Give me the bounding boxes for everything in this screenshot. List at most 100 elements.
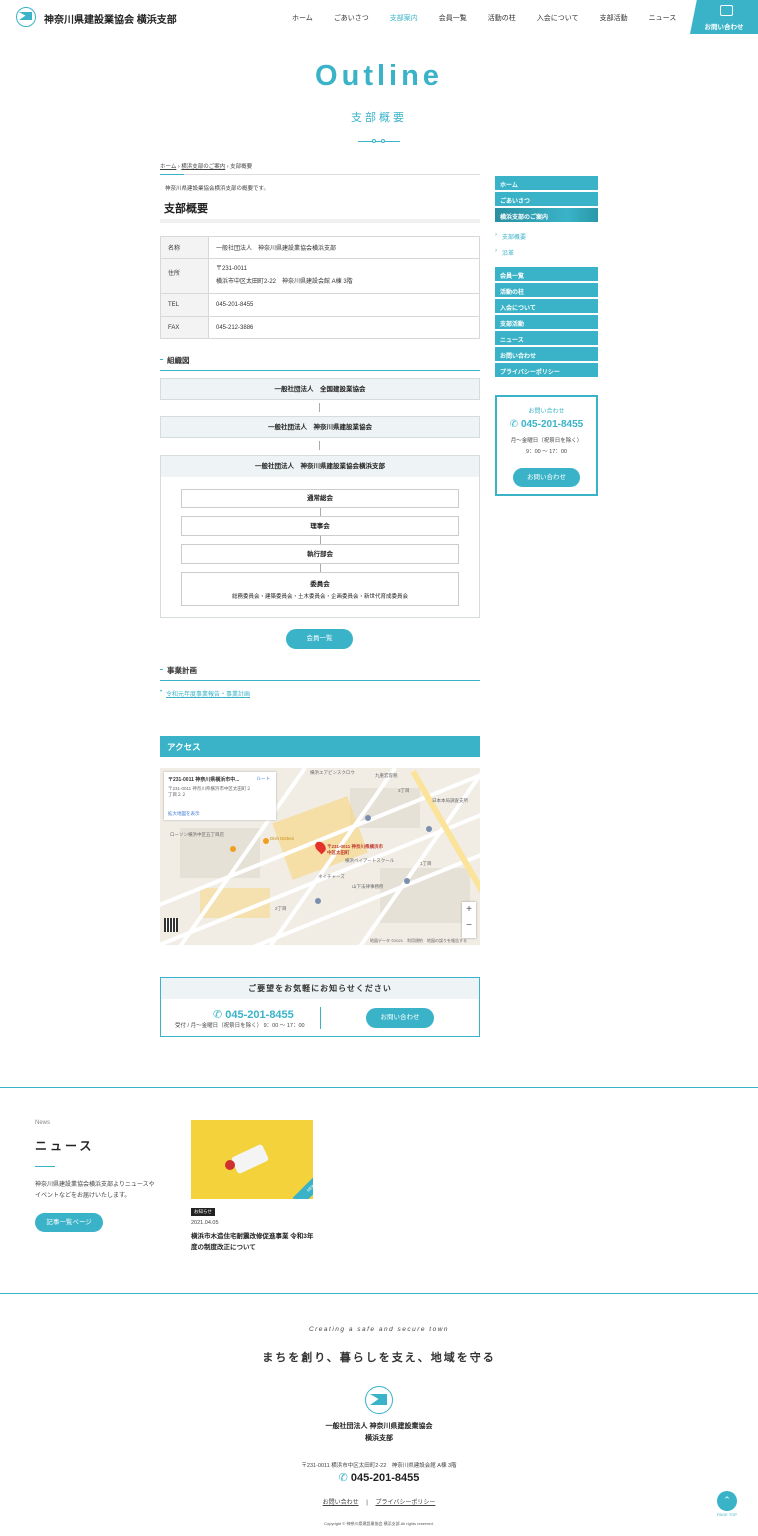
map-label: 1丁目 (420, 861, 432, 866)
map-label: 3丁目 (398, 788, 410, 793)
site-name[interactable]: 神奈川県建設業協会 横浜支部 (44, 11, 177, 26)
breadcrumb-home[interactable]: ホーム (160, 164, 176, 170)
nav-activities[interactable]: 活動の柱 (488, 13, 516, 23)
members-list-button[interactable]: 会員一覧 (286, 629, 353, 649)
map-pin-label: 〒231-0011 神奈川県横浜市中区太田町 (327, 844, 384, 855)
map-label: ネイチャーズ (318, 874, 345, 879)
map-poi-icon (230, 846, 236, 852)
chat-icon (720, 5, 733, 16)
nav-news[interactable]: ニュース (649, 13, 677, 23)
map-poi-icon (315, 898, 321, 904)
map-footer: 地図データ ©2021 利用規約 地図の誤りを報告する (370, 938, 467, 943)
table-key: TEL (160, 293, 209, 317)
zoom-in-icon[interactable]: + (462, 902, 476, 918)
sidebar-item-join[interactable]: 入会について (495, 299, 598, 314)
footer-address: 〒231-0011 横浜市中区太田町2-22 神奈川県建設会館 A棟 3階 (301, 1463, 457, 1469)
zoom-out-icon[interactable]: − (462, 918, 476, 934)
org-general-meeting: 通常総会 (181, 489, 459, 508)
address-line: 横浜市中区太田町2-22 神奈川県建設会館 A棟 3階 (216, 279, 353, 285)
org-exec: 執行部会 (181, 544, 459, 564)
sidebar-item-activities[interactable]: 活動の柱 (495, 283, 598, 298)
page-top-button[interactable]: ⌃ (717, 1491, 737, 1511)
nav-home[interactable]: ホーム (292, 13, 313, 23)
breadcrumb: ホーム › 横浜支部のご案内 › 支部概要 (160, 164, 253, 170)
breadcrumb-current: 支部概要 (230, 164, 253, 170)
nav-members[interactable]: 会員一覧 (439, 13, 467, 23)
nav-branch-activities[interactable]: 支部活動 (600, 13, 628, 23)
org-connector (319, 441, 320, 450)
sidebar-sub-history[interactable]: 沿革 (495, 248, 514, 257)
table-row: 名称 一般社団法人 神奈川県建設業協会横浜支部 (160, 236, 480, 259)
footer-contact-link[interactable]: お問い合わせ (323, 1500, 359, 1506)
sidebar-phone: ✆ 045-201-8455 (509, 419, 584, 430)
contact-box-button[interactable]: お問い合わせ (366, 1008, 434, 1028)
org-connector (319, 403, 320, 412)
news-description: 神奈川県建設業協会横浜支部よりニュースやイベントなどをお届けいたします。 (35, 1182, 155, 1199)
org-branch: 一般社団法人 神奈川県建設業協会横浜支部 (161, 456, 479, 477)
divider (160, 680, 480, 681)
map-poi-icon (263, 838, 269, 844)
logo-icon[interactable] (16, 7, 36, 27)
sidebar-item-news[interactable]: ニュース (495, 331, 598, 346)
main-nav: ホーム ごあいさつ 支部案内 会員一覧 活動の柱 入会について 支部活動 ニュー… (292, 13, 676, 23)
map-poi-icon (404, 878, 410, 884)
map-route-link[interactable]: ルート (257, 776, 271, 782)
nav-join[interactable]: 入会について (537, 13, 579, 23)
sidebar-item-branch-activities[interactable]: 支部活動 (495, 315, 598, 330)
sidebar-item-members[interactable]: 会員一覧 (495, 267, 598, 282)
sidebar-item-contact[interactable]: お問い合わせ (495, 347, 598, 362)
news-thumbnail[interactable]: NEW (191, 1120, 313, 1199)
sidebar-contact-box: お問い合わせ ✆ 045-201-8455 月〜金曜日（祝祭日を除く） 9：00… (495, 395, 598, 496)
breadcrumb-parent[interactable]: 横浜支部のご案内 (181, 164, 225, 170)
news-heading: ニュース (35, 1139, 95, 1153)
sidebar-item-branch-info[interactable]: 横浜支部のご案内 (495, 208, 598, 223)
divider (160, 174, 480, 175)
page-title-jp: 支部概要 (351, 111, 407, 124)
phone-icon: ✆ (338, 1472, 351, 1484)
footer-org-branch: 横浜支部 (365, 1435, 393, 1442)
divider (0, 1293, 758, 1294)
phone-icon: ✆ (509, 419, 521, 430)
divider (320, 1007, 321, 1029)
contact-box-phone: ✆ 045-201-8455 (213, 1009, 294, 1021)
footer-logo-icon (365, 1386, 393, 1414)
map-label: 横浜エアビンスクロウ (310, 770, 355, 775)
sidebar-contact-label: お問い合わせ (528, 409, 565, 415)
divider (0, 1087, 758, 1088)
news-list-button[interactable]: 記事一覧ページ (35, 1213, 103, 1232)
map-enlarge-link[interactable]: 拡大地図を表示 (168, 811, 200, 817)
contact-box: ご要望をお気軽にお知らせください ✆ 045-201-8455 受付 / 月〜金… (160, 977, 480, 1037)
footer-link-separator: | (366, 1500, 368, 1506)
news-label-en: News (35, 1120, 51, 1126)
divider (160, 370, 480, 371)
org-committee: 委員会 (310, 581, 330, 588)
sidebar-item-greeting[interactable]: ごあいさつ (495, 192, 598, 207)
map-label: 2丁目 (275, 906, 287, 911)
news-new-badge: NEW (292, 1169, 313, 1199)
org-committee-list: 総務委員会・建築委員会・土木委員会・企画委員会・新世代育成委員会 (231, 594, 408, 600)
org-branch-box: 一般社団法人 神奈川県建設業協会横浜支部 通常総会 理事会 執行部会 委員会 総… (160, 455, 480, 618)
outline-table: 名称 一般社団法人 神奈川県建設業協会横浜支部 住所 〒231-0011 横浜市… (160, 236, 480, 339)
map-label: 山下法律事務所 (352, 884, 384, 889)
nav-branch-info[interactable]: 支部案内 (390, 13, 418, 23)
sidebar-item-privacy[interactable]: プライバシーポリシー (495, 363, 598, 378)
plan-link[interactable]: 令和元年度事業報告・事業計画 (160, 689, 250, 698)
nav-greeting[interactable]: ごあいさつ (334, 13, 369, 23)
sidebar-contact-button[interactable]: お問い合わせ (513, 468, 580, 487)
table-value: 一般社団法人 神奈川県建設業協会横浜支部 (208, 236, 480, 259)
map-label: 九重宏容税 (375, 773, 398, 778)
header-contact-button[interactable]: お問い合わせ (690, 0, 758, 34)
footer-phone: ✆ 045-201-8455 (338, 1472, 420, 1484)
google-map[interactable]: 横浜エアビンスクロウ 九重宏容税 日本本局調査支所 ローソン横浜中区五丁目店 山… (160, 768, 480, 945)
org-board: 理事会 (181, 516, 459, 536)
sidebar-item-home[interactable]: ホーム (495, 176, 598, 191)
map-zoom-controls[interactable]: + − (462, 902, 476, 938)
news-item-title[interactable]: 横浜市木造住宅耐震改修促進事業 令和3年度の制度改正について (191, 1231, 316, 1253)
footer-tagline-en: Creating a safe and secure town (308, 1326, 450, 1333)
footer-privacy-link[interactable]: プライバシーポリシー (376, 1500, 436, 1506)
section-heading: 支部概要 (164, 203, 208, 215)
footer-org-name: 一般社団法人 神奈川県建設業協会 (325, 1423, 433, 1430)
page-top-label[interactable]: PAGE TOP (710, 1512, 744, 1517)
org-connector (320, 564, 321, 572)
sidebar-sub-outline[interactable]: 支部概要 (495, 232, 526, 241)
